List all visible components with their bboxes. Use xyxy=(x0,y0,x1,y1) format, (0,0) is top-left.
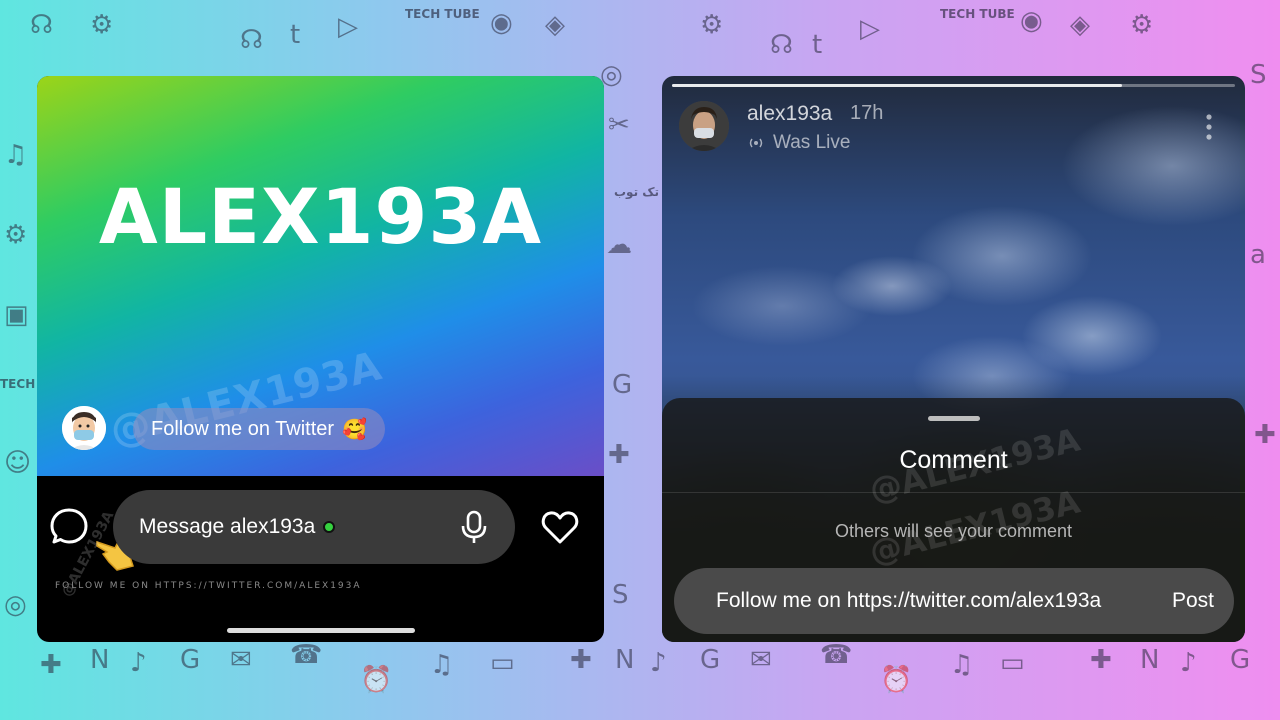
tech-tube-arabic-tag: تک توب xyxy=(614,185,660,199)
headphones-icon: ♫ xyxy=(4,140,28,170)
mail-icon: ✉ xyxy=(230,645,252,675)
comment-input-value[interactable]: Follow me on https://twitter.com/alex193… xyxy=(716,589,1172,613)
robot-icon: ⚙ xyxy=(1130,10,1154,40)
headphones-icon: ♫ xyxy=(430,650,454,680)
folder-icon: ▭ xyxy=(490,648,515,678)
gamepad-icon: ✚ xyxy=(608,440,630,470)
online-status-dot xyxy=(323,521,336,533)
mic-icon: ♪ xyxy=(130,648,147,678)
skype-icon: S xyxy=(612,580,629,610)
tumblr-icon: t xyxy=(812,30,823,60)
story-progress-fill xyxy=(672,84,1123,87)
google-icon: G xyxy=(180,645,201,675)
comment-visibility-note: Others will see your comment xyxy=(834,521,1073,541)
mail-icon: ✉ xyxy=(750,645,772,675)
headphones-icon: ♫ xyxy=(950,650,974,680)
sheet-drag-handle[interactable] xyxy=(928,416,980,421)
camera-icon: ▣ xyxy=(4,300,29,330)
play-icon: ▷ xyxy=(338,12,358,42)
tech-tube-tag: TECH TUBE xyxy=(940,7,1015,21)
ghost-icon: ☊ xyxy=(30,10,54,40)
tumblr-icon: t xyxy=(290,20,301,50)
gear-icon: ⚙ xyxy=(700,10,724,40)
github-icon: ◎ xyxy=(4,590,27,620)
smiling-hearts-emoji-icon: 🥰 xyxy=(342,418,367,441)
spotify-icon: ◉ xyxy=(490,8,513,38)
story-caption-sticker: Follow me on Twitter 🥰 xyxy=(133,408,385,450)
sheet-title: Comment xyxy=(899,446,1008,474)
scissor-icon: ✂ xyxy=(608,110,630,140)
skype-icon: S xyxy=(1250,60,1267,90)
was-live-indicator: Was Live xyxy=(747,132,850,154)
ghost-icon: ☊ xyxy=(240,25,264,55)
gamepad-icon: ✚ xyxy=(570,645,592,675)
story-progress-bar xyxy=(672,84,1235,87)
message-input[interactable]: Message alex193a xyxy=(113,490,515,564)
folder-icon: ▭ xyxy=(1000,648,1025,678)
home-indicator[interactable] xyxy=(227,628,415,633)
play-icon: ▷ xyxy=(860,14,880,44)
google-icon: G xyxy=(1230,645,1251,675)
google-icon: G xyxy=(700,645,721,675)
alarm-icon: ⏰ xyxy=(360,665,393,695)
stack-icon: ◈ xyxy=(545,10,565,40)
alarm-icon: ⏰ xyxy=(880,665,913,695)
mic-icon: ♪ xyxy=(650,648,667,678)
follow-footer-text: FOLLOW ME ON HTTPS://TWITTER.COM/ALEX193… xyxy=(55,581,362,591)
gamepad-icon: ✚ xyxy=(1090,645,1112,675)
google-icon: G xyxy=(612,370,633,400)
message-placeholder: Message alex193a xyxy=(139,515,316,538)
netflix-icon: N xyxy=(90,645,110,675)
gamepad-icon: ✚ xyxy=(1254,420,1276,450)
gear-icon: ⚙ xyxy=(4,220,28,250)
gamepad-icon: ✚ xyxy=(40,650,62,680)
stack-icon: ◈ xyxy=(1070,10,1090,40)
netflix-icon: N xyxy=(615,645,635,675)
avatar[interactable] xyxy=(679,101,729,151)
robot-icon: ⚙ xyxy=(90,10,114,40)
story-timestamp: 17h xyxy=(850,102,884,124)
spotify-icon: ◉ xyxy=(1020,6,1043,36)
ghost-icon: ☊ xyxy=(770,30,794,60)
post-button[interactable]: Post xyxy=(1172,589,1214,613)
live-status-text: Was Live xyxy=(773,132,851,153)
amazon-icon: a xyxy=(1250,240,1266,270)
cloud-icon: ☁ xyxy=(606,230,632,260)
mic-icon: ♪ xyxy=(1180,648,1197,678)
netflix-icon: N xyxy=(1140,645,1160,675)
avatar[interactable] xyxy=(62,406,106,450)
caption-text: Follow me on Twitter xyxy=(151,417,335,440)
waze-icon: ☺ xyxy=(4,448,32,478)
phone-icon: ☎ xyxy=(820,640,853,670)
more-options-icon[interactable] xyxy=(1200,112,1218,142)
phone-icon: ☎ xyxy=(290,640,323,670)
microphone-icon[interactable] xyxy=(461,510,487,544)
heart-icon[interactable] xyxy=(541,509,579,545)
story-viewer-left: ALEX193A @ALEX193A Follow me on Twitter … xyxy=(37,76,604,642)
divider xyxy=(662,492,1245,493)
comment-input[interactable]: Follow me on https://twitter.com/alex193… xyxy=(674,568,1234,634)
story-viewer-right: alex193a 17h Was Live @ALEX193A Comment … xyxy=(662,76,1245,642)
live-broadcast-icon xyxy=(749,138,763,148)
story-username[interactable]: alex193a xyxy=(747,102,832,126)
story-title: ALEX193A xyxy=(98,172,543,261)
tech-tube-tag: TECH TUBE xyxy=(405,7,480,21)
comment-sheet: @ALEX193A Comment @ALEX193A Others will … xyxy=(662,398,1245,642)
